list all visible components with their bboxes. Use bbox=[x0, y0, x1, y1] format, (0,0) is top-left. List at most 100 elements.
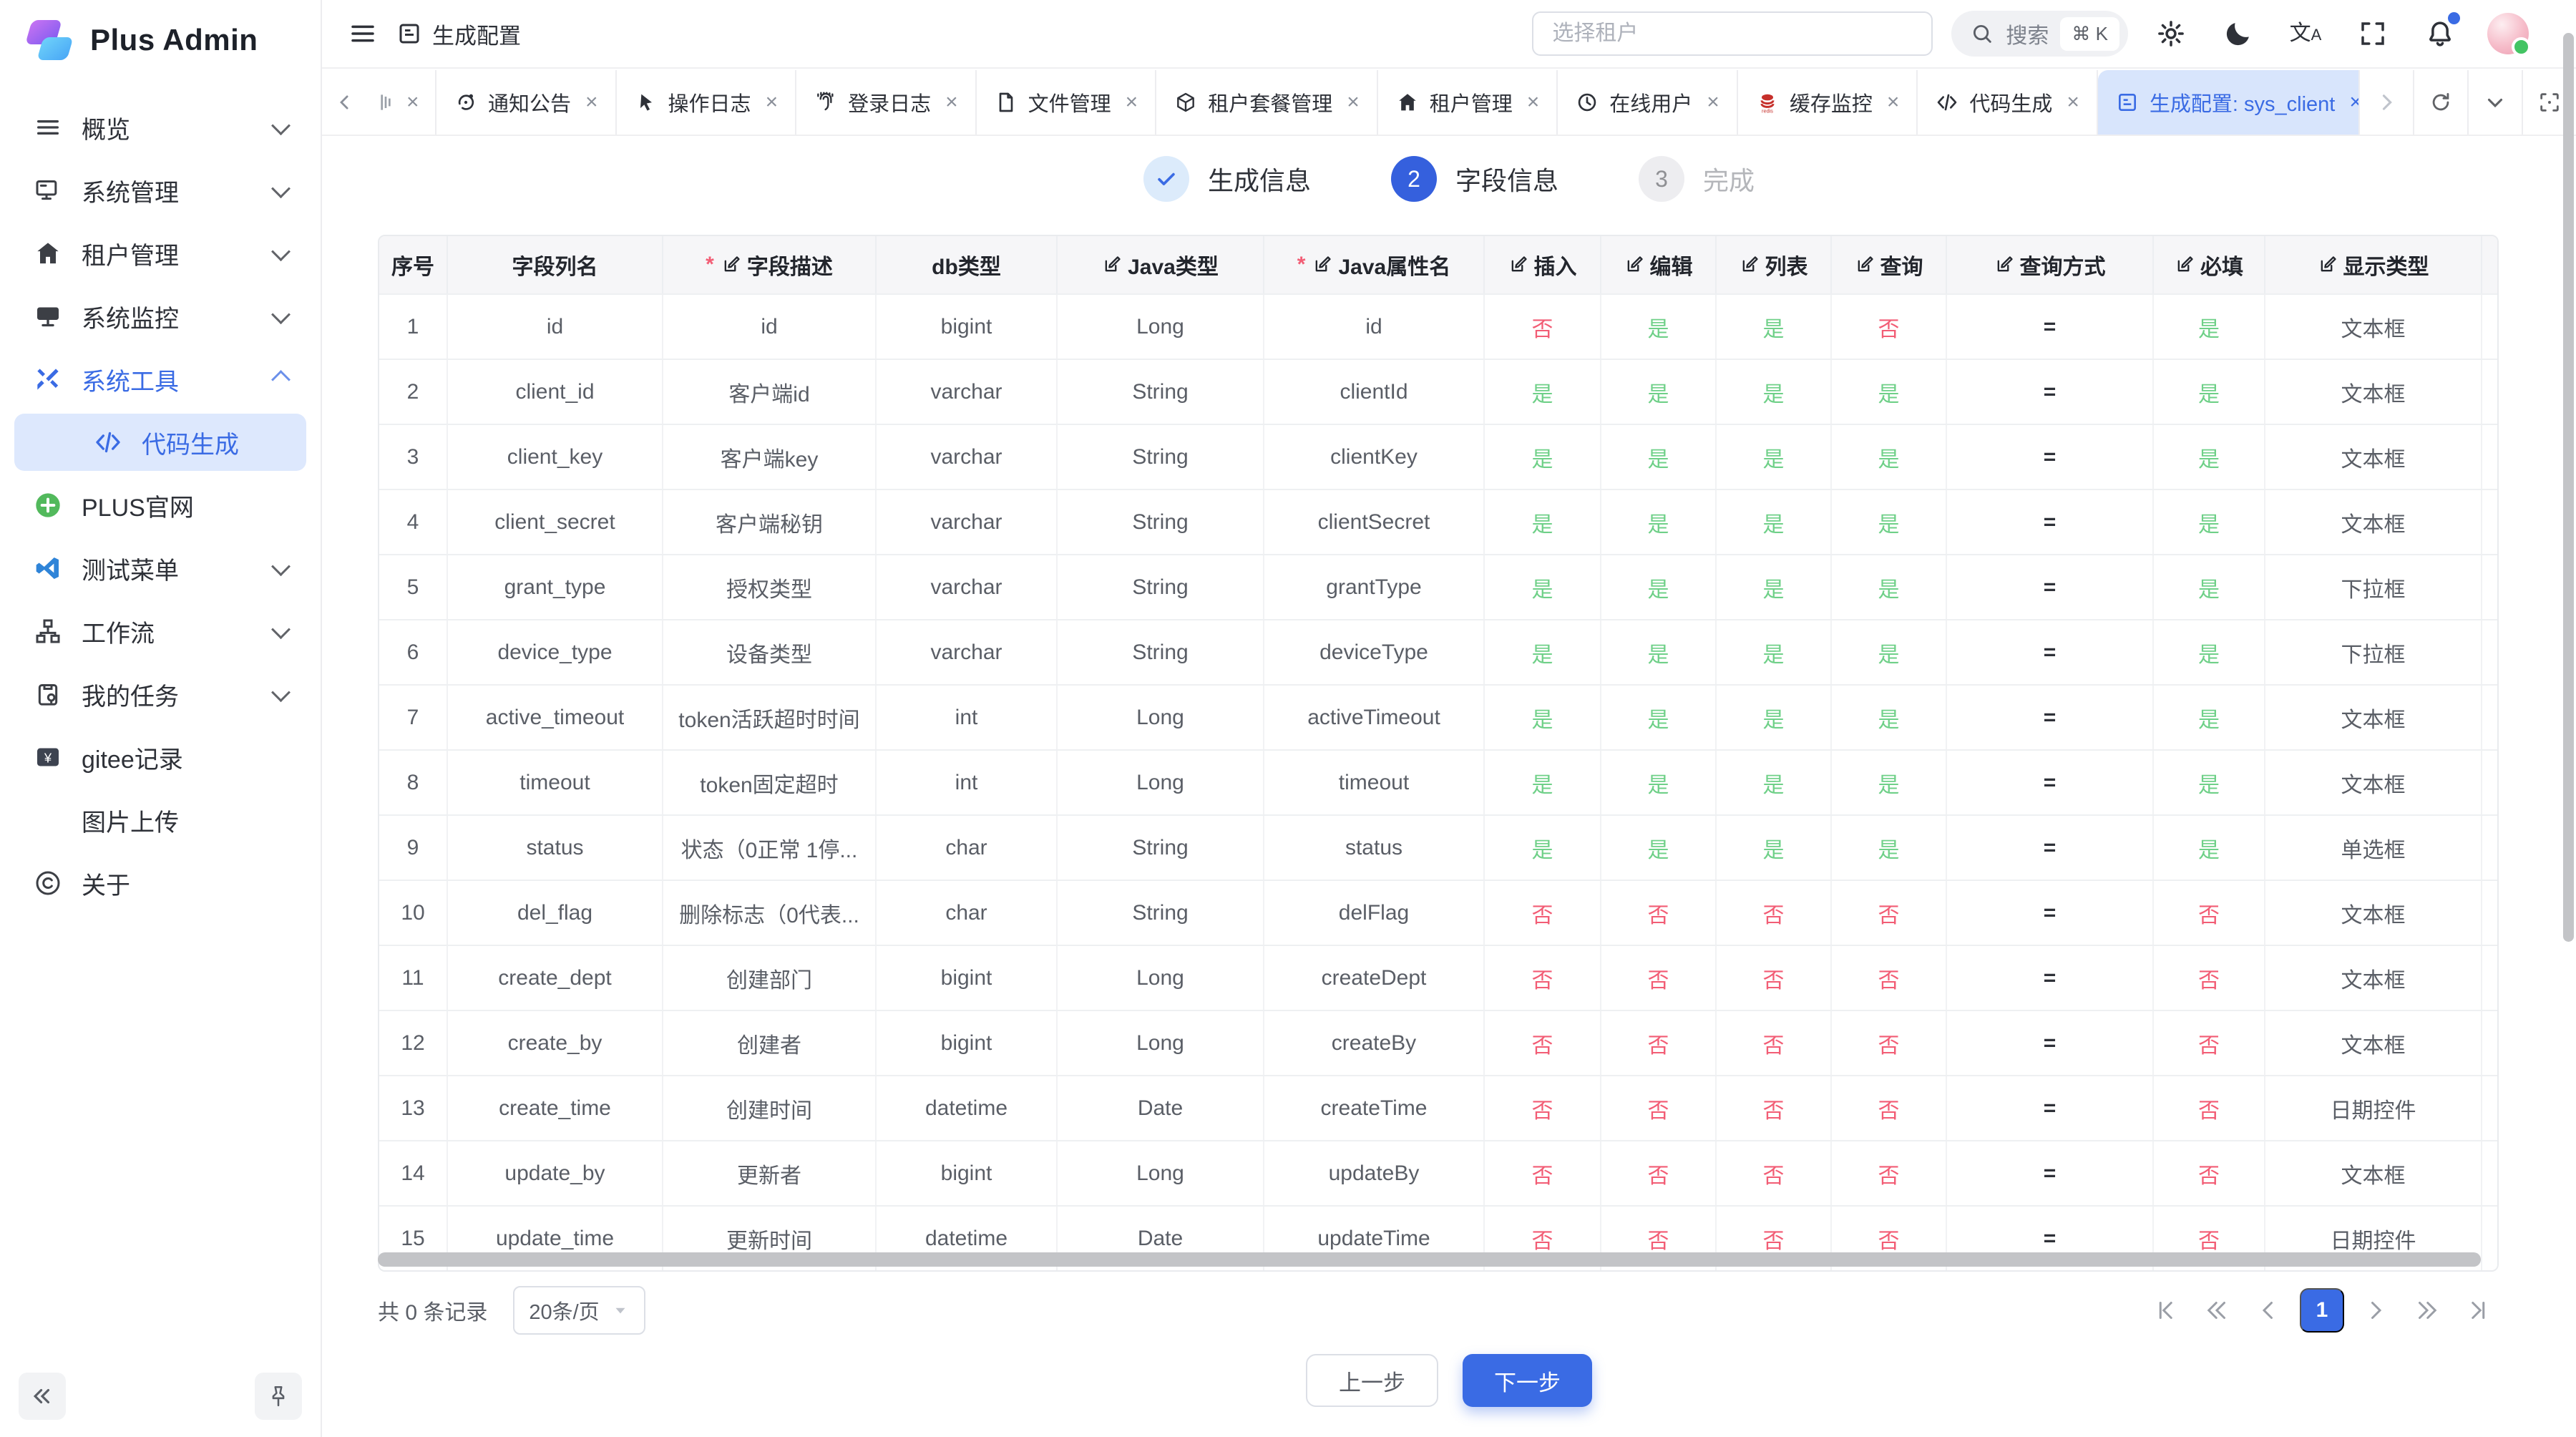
cell-description[interactable]: 客户端id bbox=[663, 360, 877, 424]
cell-display_type[interactable]: 文本框 bbox=[2265, 425, 2482, 489]
sidebar-collapse-button[interactable] bbox=[19, 1373, 66, 1420]
cell-insert[interactable]: 是 bbox=[1485, 360, 1601, 424]
cell-java_type[interactable]: Long bbox=[1058, 686, 1264, 749]
cell-insert[interactable]: 是 bbox=[1485, 620, 1601, 684]
next-step-button[interactable]: 下一步 bbox=[1463, 1354, 1592, 1407]
cell-list[interactable]: 是 bbox=[1717, 555, 1832, 619]
tab-menu-button[interactable] bbox=[2467, 70, 2522, 135]
cell-java_type[interactable]: Date bbox=[1058, 1076, 1264, 1140]
sidebar-item-my-tasks[interactable]: 我的任务 bbox=[14, 666, 306, 723]
cell-query_mode[interactable]: = bbox=[1947, 946, 2154, 1010]
cell-display_type[interactable]: 文本框 bbox=[2265, 686, 2482, 749]
cell-query[interactable]: 是 bbox=[1832, 816, 1947, 880]
sidebar-item-about[interactable]: 关于 bbox=[14, 854, 306, 912]
prev-page-button[interactable] bbox=[2248, 1290, 2288, 1330]
cell-insert[interactable]: 否 bbox=[1485, 881, 1601, 945]
cell-list[interactable]: 是 bbox=[1717, 686, 1832, 749]
cell-edit[interactable]: 是 bbox=[1601, 686, 1717, 749]
cell-query_mode[interactable]: = bbox=[1947, 1141, 2154, 1205]
cell-java_type[interactable]: String bbox=[1058, 555, 1264, 619]
page-size-select[interactable]: 20条/页 bbox=[513, 1286, 645, 1335]
cell-edit[interactable]: 否 bbox=[1601, 881, 1717, 945]
cell-java_field[interactable]: updateBy bbox=[1264, 1141, 1485, 1205]
cell-insert[interactable]: 否 bbox=[1485, 295, 1601, 359]
cell-edit[interactable]: 是 bbox=[1601, 490, 1717, 554]
cell-java_type[interactable]: String bbox=[1058, 620, 1264, 684]
cell-query[interactable]: 否 bbox=[1832, 295, 1947, 359]
global-search-button[interactable]: 搜索 ⌘ K bbox=[1951, 11, 2128, 57]
close-icon[interactable]: × bbox=[585, 90, 598, 115]
sidebar-item-plus-site[interactable]: PLUS官网 bbox=[14, 477, 306, 534]
refresh-tab-button[interactable] bbox=[2413, 70, 2467, 135]
step-generate-info[interactable]: 生成信息 bbox=[1143, 156, 1311, 202]
cell-list[interactable]: 是 bbox=[1717, 751, 1832, 814]
cell-query_mode[interactable]: = bbox=[1947, 425, 2154, 489]
sidebar-item-image-upload[interactable]: 图片上传 bbox=[14, 791, 306, 849]
tenant-select-input[interactable] bbox=[1532, 11, 1933, 56]
cell-description[interactable]: 客户端秘钥 bbox=[663, 490, 877, 554]
sidebar-item-gitee-log[interactable]: ¥gitee记录 bbox=[14, 729, 306, 786]
close-icon[interactable]: × bbox=[1126, 90, 1138, 115]
cell-edit[interactable]: 是 bbox=[1601, 295, 1717, 359]
tab-operation-log[interactable]: 操作日志× bbox=[617, 70, 797, 135]
cell-description[interactable]: 授权类型 bbox=[663, 555, 877, 619]
notifications-button[interactable] bbox=[2416, 9, 2464, 58]
cell-display_type[interactable]: 单选框 bbox=[2265, 816, 2482, 880]
next-page-button[interactable] bbox=[2356, 1290, 2396, 1330]
cell-edit[interactable]: 是 bbox=[1601, 360, 1717, 424]
col-header-query[interactable]: 查询 bbox=[1832, 236, 1947, 293]
cell-display_type[interactable]: 下拉框 bbox=[2265, 555, 2482, 619]
close-icon[interactable]: × bbox=[1347, 90, 1360, 115]
dark-mode-button[interactable] bbox=[2214, 9, 2263, 58]
cell-edit[interactable]: 是 bbox=[1601, 425, 1717, 489]
tab-tenant-package[interactable]: 租户套餐管理× bbox=[1156, 70, 1378, 135]
tab-gen-config[interactable]: 生成配置: sys_client× bbox=[2098, 70, 2358, 135]
avatar[interactable] bbox=[2487, 13, 2529, 54]
cell-description[interactable]: token活跃超时时间 bbox=[663, 686, 877, 749]
cell-description[interactable]: 创建部门 bbox=[663, 946, 877, 1010]
cell-java_field[interactable]: delFlag bbox=[1264, 881, 1485, 945]
cell-query[interactable]: 是 bbox=[1832, 686, 1947, 749]
sidebar-item-workflow[interactable]: 工作流 bbox=[14, 603, 306, 660]
cell-query_mode[interactable]: = bbox=[1947, 816, 2154, 880]
cell-query[interactable]: 否 bbox=[1832, 1076, 1947, 1140]
cell-list[interactable]: 否 bbox=[1717, 1076, 1832, 1140]
cell-list[interactable]: 是 bbox=[1717, 425, 1832, 489]
cell-query_mode[interactable]: = bbox=[1947, 1011, 2154, 1075]
cell-list[interactable]: 否 bbox=[1717, 1141, 1832, 1205]
col-header-edit[interactable]: 编辑 bbox=[1601, 236, 1717, 293]
cell-list[interactable]: 是 bbox=[1717, 620, 1832, 684]
cell-display_type[interactable]: 文本框 bbox=[2265, 881, 2482, 945]
cell-java_field[interactable]: clientKey bbox=[1264, 425, 1485, 489]
cell-java_type[interactable]: String bbox=[1058, 490, 1264, 554]
cell-java_field[interactable]: activeTimeout bbox=[1264, 686, 1485, 749]
cell-required[interactable]: 否 bbox=[2154, 1076, 2265, 1140]
cell-insert[interactable]: 否 bbox=[1485, 1076, 1601, 1140]
col-header-java_type[interactable]: Java类型 bbox=[1058, 236, 1264, 293]
tabs-scroll-left-button[interactable] bbox=[322, 70, 368, 135]
cell-required[interactable]: 是 bbox=[2154, 360, 2265, 424]
cell-java_field[interactable]: id bbox=[1264, 295, 1485, 359]
horizontal-scrollbar-thumb[interactable] bbox=[378, 1252, 2481, 1267]
cell-required[interactable]: 是 bbox=[2154, 555, 2265, 619]
cell-insert[interactable]: 否 bbox=[1485, 1011, 1601, 1075]
settings-button[interactable] bbox=[2147, 9, 2195, 58]
cell-edit[interactable]: 是 bbox=[1601, 555, 1717, 619]
cell-required[interactable]: 是 bbox=[2154, 620, 2265, 684]
language-button[interactable]: 文A bbox=[2281, 9, 2330, 58]
cell-display_type[interactable]: 文本框 bbox=[2265, 490, 2482, 554]
cell-query[interactable]: 否 bbox=[1832, 881, 1947, 945]
cell-description[interactable]: token固定超时 bbox=[663, 751, 877, 814]
step-finish[interactable]: 3 完成 bbox=[1639, 156, 1755, 202]
current-page-button[interactable]: 1 bbox=[2300, 1288, 2344, 1333]
close-icon[interactable]: × bbox=[2349, 90, 2358, 115]
cell-java_field[interactable]: status bbox=[1264, 816, 1485, 880]
cell-insert[interactable]: 是 bbox=[1485, 490, 1601, 554]
sidebar-item-overview[interactable]: 概览 bbox=[14, 99, 306, 156]
tab-notice[interactable]: 通知公告× bbox=[436, 70, 617, 135]
cell-java_type[interactable]: Long bbox=[1058, 1011, 1264, 1075]
close-icon[interactable]: × bbox=[1887, 90, 1900, 115]
cell-java_field[interactable]: createDept bbox=[1264, 946, 1485, 1010]
tab-code-gen[interactable]: 代码生成× bbox=[1918, 70, 2098, 135]
cell-required[interactable]: 否 bbox=[2154, 1141, 2265, 1205]
